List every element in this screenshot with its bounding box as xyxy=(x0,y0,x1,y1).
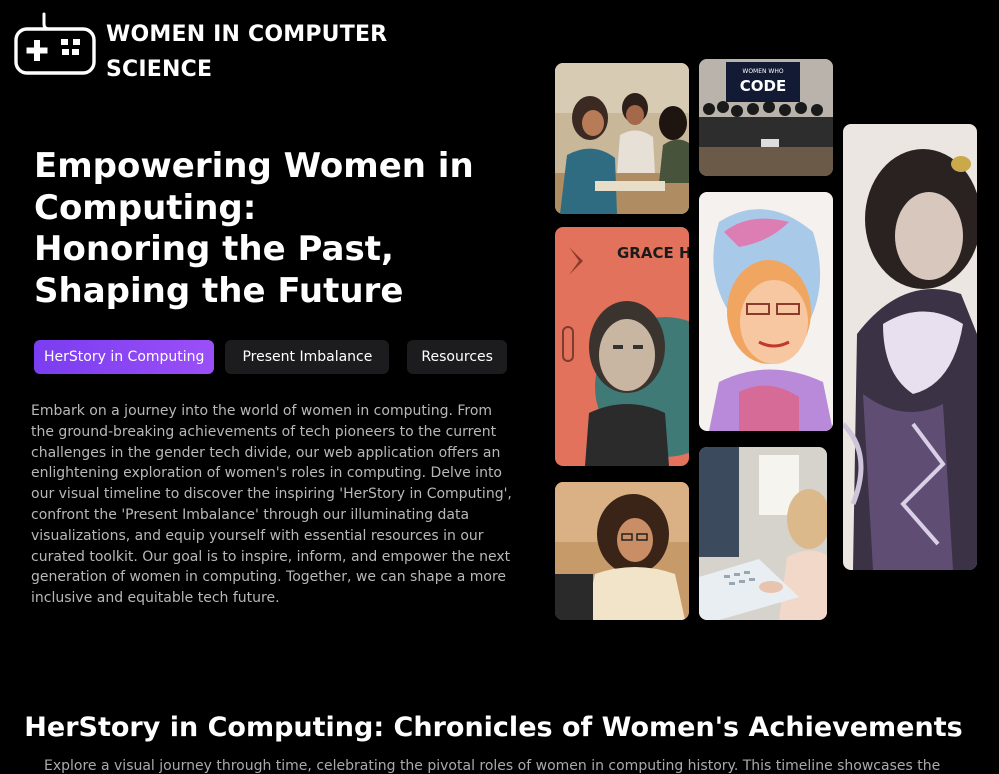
gamepad-icon xyxy=(14,12,96,75)
intro-paragraph: Embark on a journey into the world of wo… xyxy=(31,403,512,607)
hero-title-line-2: Computing: xyxy=(34,187,257,228)
hero-title-line-4: Shaping the Future xyxy=(34,270,404,311)
photo-girls-building-project xyxy=(555,63,689,214)
hero-title: Empowering Women in Computing: Honoring … xyxy=(34,146,474,312)
brand-line-1: WOMEN IN COMPUTER xyxy=(106,22,388,47)
photo-women-who-code: WOMEN WHO CODE xyxy=(699,59,833,176)
grace-label: GRACE HO xyxy=(617,244,689,262)
tab-herstory-in-computing[interactable]: HerStory in Computing xyxy=(34,340,215,374)
photo-watercolor-portrait xyxy=(699,192,833,431)
brand-title[interactable]: WOMEN IN COMPUTER SCIENCE xyxy=(106,17,387,87)
section-title: HerStory in Computing: Chronicles of Wom… xyxy=(24,712,963,743)
sign-small-text: WOMEN WHO xyxy=(742,68,783,75)
tab-resources[interactable]: Resources xyxy=(407,340,507,374)
hero-title-line-3: Honoring the Past, xyxy=(34,229,394,269)
photo-woman-with-laptop xyxy=(555,482,689,620)
photo-woman-typing xyxy=(699,447,827,620)
hero-title-line-1: Empowering Women in xyxy=(34,146,474,186)
sign-big-text: CODE xyxy=(740,77,786,95)
photo-grace-hopper: GRACE HO xyxy=(555,227,689,466)
section-tabs: HerStory in Computing Present Imbalance … xyxy=(34,340,507,374)
photo-ada-lovelace xyxy=(843,124,977,570)
section-subtitle: Explore a visual journey through time, c… xyxy=(44,758,941,774)
tab-present-imbalance[interactable]: Present Imbalance xyxy=(225,340,390,374)
brand-line-2: SCIENCE xyxy=(106,57,213,82)
